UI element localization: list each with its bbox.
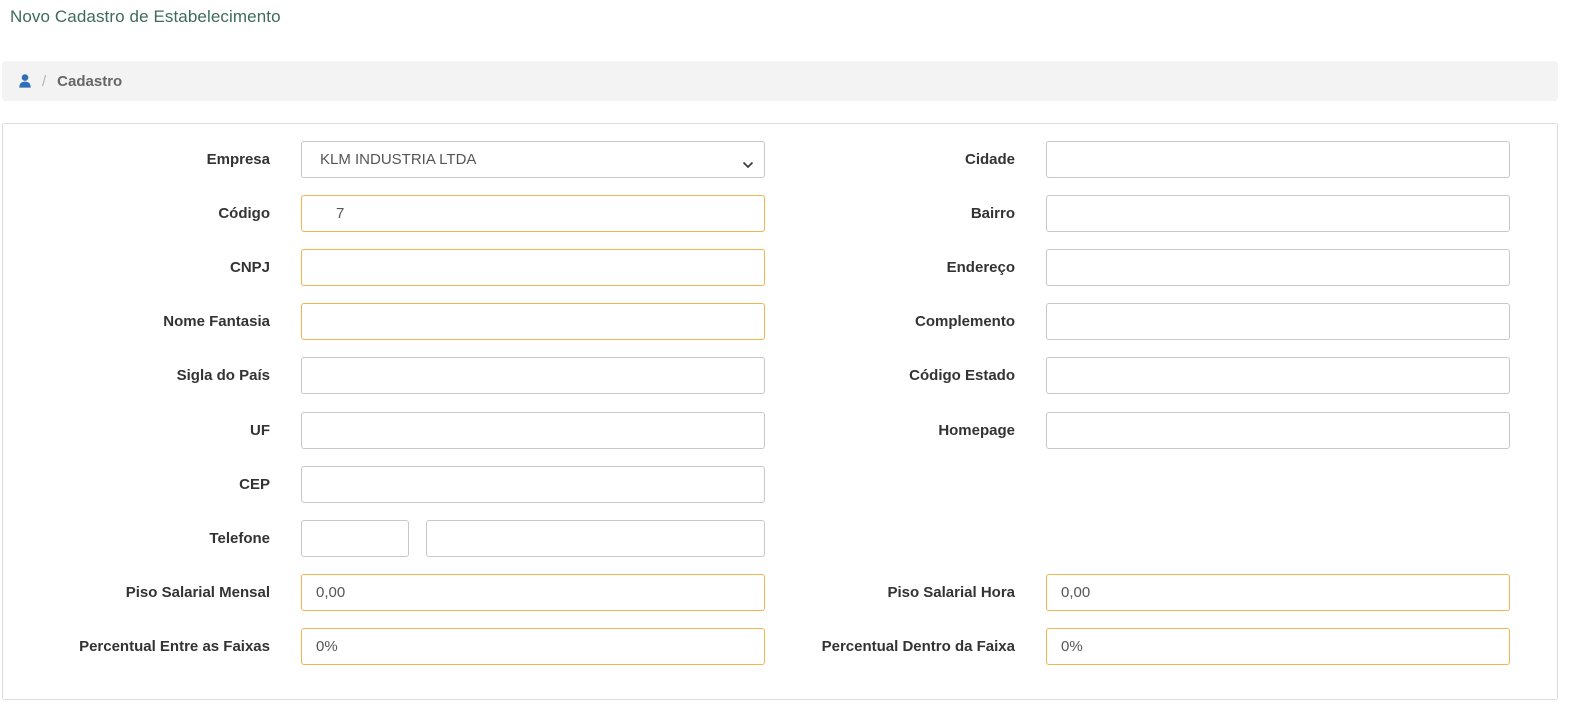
breadcrumb-separator: / [42, 72, 47, 90]
empresa-label: Empresa [206, 151, 270, 168]
telefone-label: Telefone [209, 530, 270, 547]
uf-label: UF [250, 422, 270, 439]
bairro-input[interactable] [1046, 195, 1510, 232]
complemento-input[interactable] [1046, 303, 1510, 340]
user-icon[interactable] [19, 74, 31, 88]
telefone-numero-input[interactable] [426, 520, 765, 557]
percentual-dentro-faixa-label: Percentual Dentro da Faixa [821, 638, 1015, 655]
codigo-estado-input[interactable] [1046, 357, 1510, 394]
homepage-label: Homepage [938, 422, 1015, 439]
cnpj-label: CNPJ [229, 259, 270, 276]
breadcrumb: / Cadastro [2, 61, 1558, 101]
cep-input[interactable] [301, 466, 765, 503]
cep-label: CEP [239, 476, 270, 493]
page-title: Novo Cadastro de Estabelecimento [10, 7, 281, 26]
homepage-input[interactable] [1046, 412, 1510, 449]
codigo-label: Código [218, 205, 270, 222]
form-card: Empresa KLM INDUSTRIA LTDA Cidade Código… [2, 123, 1558, 700]
endereco-input[interactable] [1046, 249, 1510, 286]
percentual-dentro-faixa-input[interactable] [1046, 628, 1510, 665]
empresa-selected-value: KLM INDUSTRIA LTDA [320, 151, 477, 168]
piso-salarial-hora-input[interactable] [1046, 574, 1510, 611]
cidade-label: Cidade [964, 151, 1015, 168]
codigo-estado-label: Código Estado [909, 367, 1015, 384]
nome-fantasia-label: Nome Fantasia [163, 313, 270, 330]
complemento-label: Complemento [914, 313, 1015, 330]
breadcrumb-item-cadastro[interactable]: Cadastro [57, 73, 122, 90]
piso-salarial-mensal-label: Piso Salarial Mensal [125, 584, 270, 601]
sigla-pais-label: Sigla do País [176, 367, 270, 384]
bairro-label: Bairro [970, 205, 1015, 222]
percentual-entre-faixas-label: Percentual Entre as Faixas [79, 638, 270, 655]
telefone-ddd-input[interactable] [301, 520, 409, 557]
piso-salarial-hora-label: Piso Salarial Hora [887, 584, 1015, 601]
cidade-input[interactable] [1046, 141, 1510, 178]
endereco-label: Endereço [946, 259, 1015, 276]
